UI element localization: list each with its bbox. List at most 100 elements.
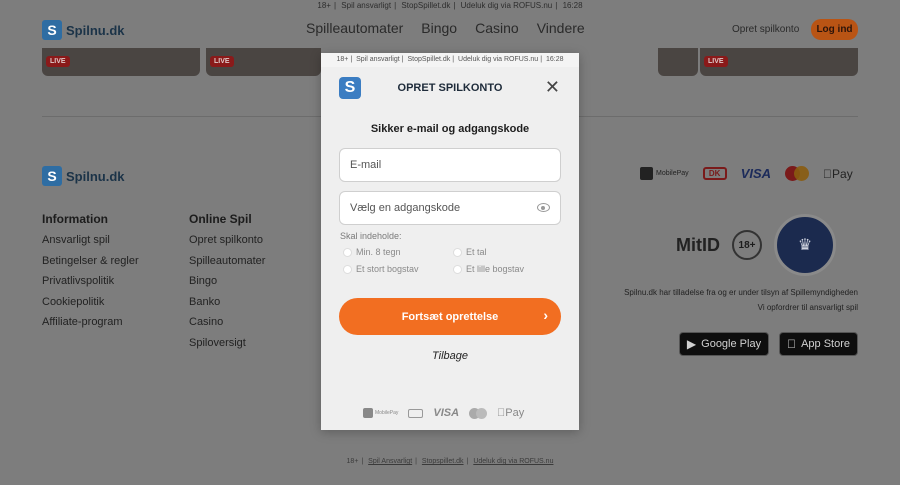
age-note: 18+ <box>317 1 331 10</box>
requirements-title: Skal indeholde: <box>340 231 402 241</box>
logo-text: Spilnu.dk <box>66 22 125 38</box>
footer-logo[interactable]: S Spilnu.dk <box>42 166 125 186</box>
bottom-info-bar: 18+ | Spil Ansvarligt | Stopspillet.dk | Ud… <box>346 458 554 465</box>
live-game-card[interactable]: LIVE <box>42 48 200 76</box>
top-info-bar: 18+ | Spil ansvarligt | StopSpillet.dk | Ud… <box>317 1 583 10</box>
check-circle-icon <box>453 264 462 274</box>
requirement-label: Min. 8 tegn <box>356 247 401 257</box>
back-link[interactable]: Tilbage <box>321 350 579 362</box>
requirement-label: Et tal <box>466 247 487 257</box>
check-circle-icon <box>453 247 462 257</box>
live-badge: LIVE <box>46 56 70 67</box>
footer-link[interactable]: Privatlivspolitik <box>42 275 139 289</box>
requirement-lowercase: Et lille bogstav <box>453 264 524 274</box>
dankort-logo: DK <box>702 167 727 180</box>
apple-icon:  <box>787 337 796 351</box>
requirement-label: Et lille bogstav <box>466 264 525 274</box>
nav-slots[interactable]: Spilleautomater <box>306 20 403 36</box>
check-circle-icon <box>343 264 352 274</box>
mobilepay-label: MobilePay <box>656 170 689 177</box>
continue-label: Fortsæt oprettelse <box>401 310 499 323</box>
clock: 16:28 <box>562 1 583 10</box>
stopspillet-note: StopSpillet.dk <box>407 56 451 63</box>
visa-logo: VISA <box>433 407 460 419</box>
footer-link[interactable]: Bingo <box>189 275 265 289</box>
age-note: 18+ <box>336 56 349 63</box>
google-play-button[interactable]: ▶ Google Play <box>678 332 770 356</box>
requirement-label: Et stort bogstav <box>356 264 419 274</box>
eye-icon[interactable] <box>537 203 550 212</box>
rofus-link[interactable]: Udeluk dig via ROFUS.nu <box>473 458 553 465</box>
dankort-logo <box>408 408 424 418</box>
nav-winners[interactable]: Vindere <box>537 20 585 36</box>
payment-methods: MobilePay DK VISA Pay <box>640 166 853 181</box>
requirement-uppercase: Et stort bogstav <box>343 264 419 274</box>
license-line: Vi opfordrer til ansvarligt spil <box>757 303 858 312</box>
footer-link[interactable]: Affiliate-program <box>42 316 139 330</box>
responsible-note: Spil ansvarligt <box>356 56 400 63</box>
nav-casino[interactable]: Casino <box>475 20 519 36</box>
app-store-button[interactable]:  App Store <box>779 332 858 356</box>
nav-bingo[interactable]: Bingo <box>421 20 457 36</box>
open-account-link[interactable]: Opret spilkonto <box>732 24 799 35</box>
requirement-number: Et tal <box>453 247 487 257</box>
chevron-right-icon: › <box>543 307 548 323</box>
live-badge: LIVE <box>210 56 234 67</box>
modal-header: S OPRET SPILKONTO ✕ <box>321 67 579 107</box>
apple-pay-label: Pay <box>823 166 853 181</box>
apple-pay-label: Pay <box>497 407 524 419</box>
logo-mark: S <box>42 20 62 40</box>
footer-link[interactable]: Banko <box>189 296 265 310</box>
footer-link[interactable]: Spilleautomater <box>189 255 265 269</box>
site-header: S Spilnu.dk Spilleautomater Bingo Casino… <box>0 14 900 48</box>
google-play-label: Google Play <box>701 338 762 350</box>
responsible-link[interactable]: Spil Ansvarligt <box>368 458 412 465</box>
footer-col-information: Information Ansvarligt spil Betingelser … <box>42 212 139 337</box>
age-limit-badge: 18+ <box>732 230 762 260</box>
live-game-card[interactable] <box>658 48 698 76</box>
password-field[interactable]: Vælg en adgangskode <box>339 191 561 225</box>
rofus-note: Udeluk dig via ROFUS.nu <box>458 56 539 63</box>
site-logo[interactable]: S Spilnu.dk <box>42 20 125 40</box>
modal-info-bar: 18+ | Spil ansvarligt | StopSpillet.dk | Ud… <box>321 53 579 67</box>
logo-text: Spilnu.dk <box>66 168 125 184</box>
stopspillet-link[interactable]: Stopspillet.dk <box>422 458 464 465</box>
footer-link[interactable]: Opret spilkonto <box>189 234 265 248</box>
email-field[interactable]: E-mail <box>339 148 561 182</box>
footer-link[interactable]: Casino <box>189 316 265 330</box>
footer-link[interactable]: Ansvarligt spil <box>42 234 139 248</box>
spillemyndigheden-seal[interactable]: ♛ <box>774 214 836 276</box>
login-button[interactable]: Log ind <box>811 19 858 40</box>
trust-badges: MitID 18+ ♛ <box>676 214 836 276</box>
footer-link[interactable]: Spiloversigt <box>189 337 265 351</box>
responsible-note: Spil ansvarligt <box>341 1 392 10</box>
footer-col-title: Online Spil <box>189 212 252 226</box>
modal-title: OPRET SPILKONTO <box>397 82 503 94</box>
requirement-min-length: Min. 8 tegn <box>343 247 401 257</box>
mastercard-logo <box>469 407 488 419</box>
close-icon[interactable]: ✕ <box>545 77 560 97</box>
mobilepay-logo: MobilePay <box>640 167 689 180</box>
footer-link[interactable]: Cookiepolitik <box>42 296 139 310</box>
apple-pay-logo: Pay <box>497 407 524 419</box>
mobilepay-icon <box>363 408 373 418</box>
continue-signup-button[interactable]: Fortsæt oprettelse › <box>339 298 561 335</box>
live-game-card[interactable]: LIVE <box>206 48 321 76</box>
mobilepay-icon <box>640 167 653 180</box>
password-placeholder: Vælg en adgangskode <box>350 202 461 214</box>
main-nav: Spilleautomater Bingo Casino Vindere <box>306 20 585 36</box>
footer-link[interactable]: Betingelser & regler <box>42 255 139 269</box>
signup-modal: 18+ | Spil ansvarligt | StopSpillet.dk | Ud… <box>321 53 579 430</box>
mobilepay-logo: MobilePay <box>363 408 398 418</box>
stopspillet-note: StopSpillet.dk <box>401 1 451 10</box>
modal-payment-methods: MobilePay VISA Pay <box>363 407 524 419</box>
license-text: Spilnu.dk har tilladelse fra og er under… <box>624 285 858 315</box>
live-game-card[interactable]: LIVE <box>700 48 858 76</box>
mitid-logo: MitID <box>676 234 720 255</box>
visa-logo: VISA <box>740 166 772 181</box>
logo-mark: S <box>42 166 62 186</box>
app-store-badges: ▶ Google Play  App Store <box>678 332 858 356</box>
apple-pay-logo: Pay <box>823 167 853 181</box>
license-line: Spilnu.dk har tilladelse fra og er under… <box>624 288 858 297</box>
google-play-icon: ▶ <box>686 337 697 351</box>
